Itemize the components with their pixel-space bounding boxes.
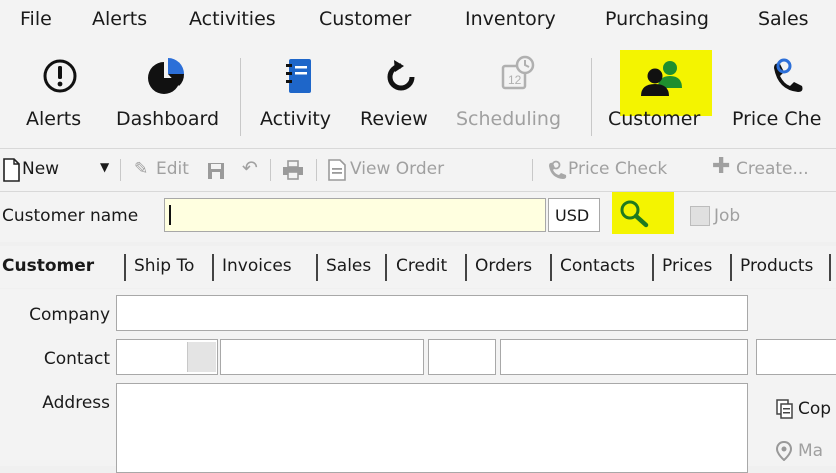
edit-button[interactable]: Edit [156, 159, 189, 179]
tab-products[interactable]: Products [740, 256, 813, 276]
print-icon[interactable] [282, 160, 304, 180]
company-label: Company [29, 305, 110, 325]
plus-icon: ✚ [712, 154, 731, 179]
job-label: Job [714, 206, 741, 226]
main-toolbar: Alerts Dashboard Activity Review 12 Sche… [0, 44, 836, 149]
refresh-icon [387, 60, 415, 91]
view-order-icon [328, 159, 346, 181]
menu-customer[interactable]: Customer [319, 8, 411, 30]
notebook-icon [286, 59, 311, 93]
view-order-button[interactable]: View Order [350, 159, 444, 179]
currency-field: USD [548, 198, 600, 232]
menu-bar: File Alerts Activities Customer Inventor… [0, 0, 836, 44]
undo-icon[interactable]: ↶ [242, 157, 258, 179]
action-toolbar: New ▼ ✎ Edit ↶ View Order Price Check ✚ … [0, 149, 836, 192]
customer-name-input[interactable] [164, 198, 546, 232]
price-check-button[interactable]: Price Che [728, 44, 836, 148]
copy-icon [776, 399, 793, 419]
tab-ship-to[interactable]: Ship To [134, 256, 194, 276]
new-button[interactable]: New [22, 159, 59, 179]
menu-activities[interactable]: Activities [189, 8, 276, 30]
alerts-button[interactable]: Alerts [18, 44, 98, 148]
toolbar-separator [591, 58, 592, 136]
tab-customer[interactable]: Customer [2, 256, 94, 276]
dashboard-button[interactable]: Dashboard [112, 44, 230, 148]
toolbar-separator [120, 159, 121, 181]
contact-last-name-input[interactable] [500, 339, 748, 375]
edit-icon: ✎ [134, 159, 149, 179]
phone-icon [774, 58, 803, 92]
users-icon [641, 61, 682, 96]
copy-button[interactable]: Cop [798, 399, 831, 419]
contact-extra-input[interactable] [756, 339, 836, 375]
pie-chart-icon [148, 58, 185, 94]
contact-middle-input[interactable] [428, 339, 496, 375]
address-textarea[interactable] [116, 383, 748, 473]
search-icon[interactable] [618, 198, 652, 230]
save-icon[interactable] [206, 161, 226, 181]
dashboard-label: Dashboard [116, 108, 220, 130]
tab-contacts[interactable]: Contacts [560, 256, 635, 276]
toolbar-separator [270, 159, 271, 181]
price-check-label: Price Che [732, 108, 822, 130]
contact-dropdown-button[interactable] [187, 342, 216, 372]
new-document-icon [3, 158, 20, 182]
menu-alerts[interactable]: Alerts [92, 8, 147, 30]
price-check-small-icon [549, 160, 567, 179]
tab-credit[interactable]: Credit [396, 256, 447, 276]
contact-label: Contact [43, 349, 110, 369]
calendar-clock-icon: 12 [501, 55, 535, 90]
customer-label: Customer [608, 108, 701, 130]
job-checkbox[interactable] [690, 206, 710, 226]
contact-first-name-input[interactable] [220, 339, 424, 375]
toolbar-separator [240, 58, 241, 136]
activity-label: Activity [260, 108, 332, 130]
menu-sales[interactable]: Sales [758, 8, 809, 30]
customer-button[interactable]: Customer [604, 44, 724, 148]
alerts-label: Alerts [26, 108, 82, 130]
toolbar-separator [316, 159, 317, 181]
customer-tabs: Customer Ship To Invoices Sales Credit O… [0, 246, 836, 288]
price-check-small-button[interactable]: Price Check [568, 159, 667, 179]
svg-text:12: 12 [508, 73, 522, 87]
customer-form: Company Contact Address Cop Ma [0, 289, 836, 473]
customer-name-label: Customer name [2, 206, 139, 226]
address-label: Address [42, 393, 110, 413]
toolbar-separator [532, 159, 533, 181]
menu-inventory[interactable]: Inventory [465, 8, 556, 30]
tab-invoices[interactable]: Invoices [222, 256, 292, 276]
activity-button[interactable]: Activity [254, 44, 344, 148]
customer-search-row: Customer name USD Job [0, 192, 836, 242]
scheduling-label: Scheduling [456, 108, 562, 130]
tab-orders[interactable]: Orders [475, 256, 532, 276]
text-cursor [169, 205, 171, 225]
company-input[interactable] [116, 295, 748, 331]
tab-sales[interactable]: Sales [326, 256, 371, 276]
menu-purchasing[interactable]: Purchasing [605, 8, 709, 30]
tab-prices[interactable]: Prices [662, 256, 712, 276]
review-button[interactable]: Review [356, 44, 442, 148]
map-pin-icon [776, 441, 792, 461]
map-button[interactable]: Ma [798, 441, 823, 461]
create-button[interactable]: Create... [736, 159, 809, 179]
contact-prefix-select[interactable] [116, 339, 218, 375]
new-dropdown-icon[interactable]: ▼ [100, 160, 109, 174]
menu-file[interactable]: File [20, 8, 52, 30]
scheduling-button: 12 Scheduling [454, 44, 580, 148]
review-label: Review [360, 108, 428, 130]
alert-icon [43, 59, 77, 93]
